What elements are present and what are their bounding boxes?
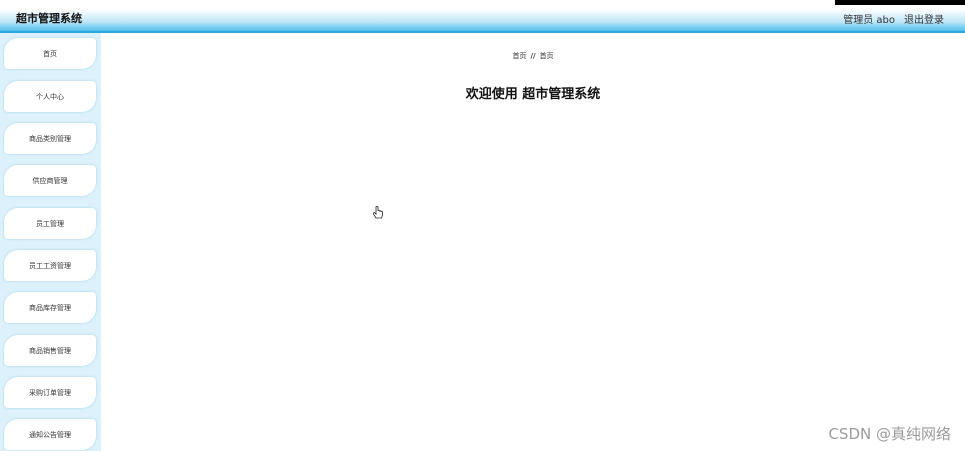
sidebar-item-label: 通知公告管理 xyxy=(29,430,71,439)
sidebar-item-label: 供应商管理 xyxy=(32,176,68,185)
sidebar-item-employee-salary[interactable]: 员工工资管理 xyxy=(4,250,96,281)
sidebar-item-product-inventory[interactable]: 商品库存管理 xyxy=(4,292,96,323)
sidebar-item-supplier[interactable]: 供应商管理 xyxy=(4,165,96,196)
sidebar-item-label: 采购订单管理 xyxy=(29,388,71,397)
hand-cursor-icon xyxy=(372,206,383,219)
main-content: 首页//首页 欢迎使用 超市管理系统 xyxy=(101,35,965,451)
welcome-title: 欢迎使用 超市管理系统 xyxy=(465,87,601,102)
breadcrumb-separator: // xyxy=(530,52,536,60)
sidebar-item-label: 商品类别管理 xyxy=(29,134,71,143)
sidebar-item-label: 员工工资管理 xyxy=(29,261,71,270)
sidebar-item-label: 商品销售管理 xyxy=(29,346,71,355)
sidebar-item-product-sales[interactable]: 商品销售管理 xyxy=(4,335,96,366)
current-user-label: 管理员 abo xyxy=(843,15,895,26)
logout-link[interactable]: 退出登录 xyxy=(904,11,944,26)
sidebar-item-label: 首页 xyxy=(43,49,57,58)
app-title: 超市管理系统 xyxy=(16,12,82,25)
watermark: CSDN @真纯网络 xyxy=(828,425,951,443)
sidebar-item-product-category[interactable]: 商品类别管理 xyxy=(4,123,96,154)
sidebar-item-home[interactable]: 首页 xyxy=(4,38,96,69)
sidebar-item-purchase-order[interactable]: 采购订单管理 xyxy=(4,377,96,408)
breadcrumb-current: 首页 xyxy=(539,52,554,60)
breadcrumb-root[interactable]: 首页 xyxy=(512,52,526,60)
top-edge-strip xyxy=(835,0,965,5)
sidebar-item-label: 员工管理 xyxy=(36,219,64,228)
sidebar-item-personal-center[interactable]: 个人中心 xyxy=(4,81,96,112)
sidebar-item-label: 个人中心 xyxy=(36,92,64,101)
sidebar-menu: 首页 个人中心 商品类别管理 供应商管理 员工管理 员工工资管理 商品库存管理 … xyxy=(0,33,101,451)
sidebar-item-notice[interactable]: 通知公告管理 xyxy=(4,419,96,450)
breadcrumb: 首页//首页 xyxy=(101,51,965,61)
sidebar-item-label: 商品库存管理 xyxy=(29,303,71,312)
top-header-bar: 超市管理系统 管理员 abo 退出登录 xyxy=(0,0,965,33)
sidebar-item-employee[interactable]: 员工管理 xyxy=(4,208,96,239)
